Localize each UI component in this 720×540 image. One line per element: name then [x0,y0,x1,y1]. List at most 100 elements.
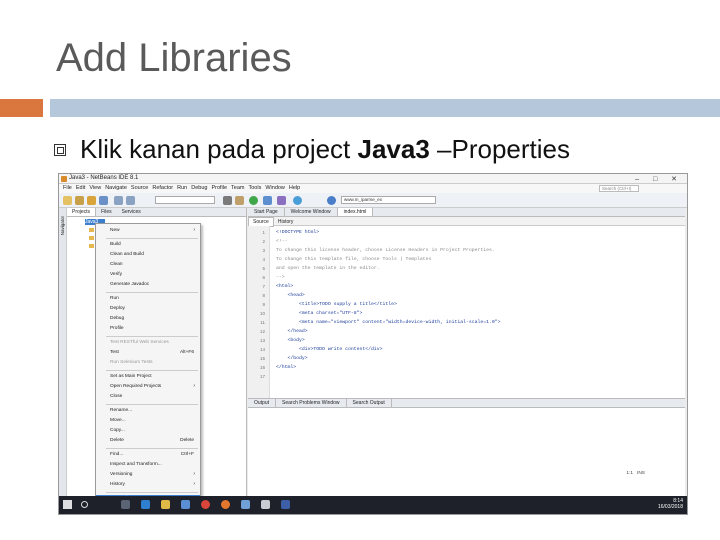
url-field[interactable]: www.m_iparme_ex [341,196,436,204]
menu-item-verify[interactable]: Verify [110,271,198,278]
menu-window[interactable]: Window [265,184,285,193]
firefox-icon[interactable] [221,500,230,509]
tab-history[interactable]: History [274,218,298,226]
code-line[interactable]: <meta charset="UTF-8"> [276,311,362,316]
menu-refactor[interactable]: Refactor [152,184,173,193]
menu-item-build[interactable]: Build [110,241,198,248]
menu-source[interactable]: Source [131,184,148,193]
menu-item-test[interactable]: Test Alt+F6 [110,349,198,356]
debug-icon[interactable] [263,196,272,205]
redo-icon[interactable] [126,196,135,205]
menu-tools[interactable]: Tools [249,184,262,193]
app-icon[interactable] [281,500,290,509]
code-line[interactable]: </head> [276,329,308,334]
menu-item-generate-javadoc[interactable]: Generate Javadoc [110,281,198,288]
window-controls[interactable]: – □ ✕ [635,175,683,183]
tab-search-problems[interactable]: Search Problems Window [276,399,347,407]
code-line[interactable]: </html> [276,365,296,370]
open-project-icon[interactable] [87,196,96,205]
menu-item-delete[interactable]: Delete Delete [110,437,198,444]
menu-item-profile[interactable]: Profile [110,325,198,332]
menu-debug[interactable]: Debug [191,184,207,193]
tab-files[interactable]: Files [96,208,117,216]
tab-search-output[interactable]: Search Output [347,399,392,407]
tab-services[interactable]: Services [117,208,146,216]
menu-file[interactable]: File [63,184,72,193]
menu-item-run-selenium-tests[interactable]: Run Selenium Tests [110,359,198,366]
menu-item-set-as-main-project[interactable]: Set as Main Project [110,373,198,380]
menu-item-clean-and-build[interactable]: Clean and Build [110,251,198,258]
menu-item-label: Clean [110,262,123,267]
code-line[interactable]: </body> [276,356,308,361]
menu-profile[interactable]: Profile [211,184,227,193]
submenu-arrow-icon: › [193,481,195,487]
code-line[interactable]: <html> [276,284,293,289]
profile-icon[interactable] [277,196,286,205]
code-line[interactable]: --> [276,275,285,280]
store-icon[interactable] [181,500,190,509]
app-icon[interactable] [241,500,250,509]
search-input[interactable]: Search (Ctrl+I) [599,185,639,192]
windows-start-icon[interactable] [63,500,72,509]
menu-item-clean[interactable]: Clean [110,261,198,268]
menu-item-deploy[interactable]: Deploy [110,305,198,312]
menu-item-open-required-projects[interactable]: Open Required Projects › [110,383,198,390]
edge-icon[interactable] [141,500,150,509]
tab-index-html[interactable]: index.html [337,208,374,216]
build-icon[interactable] [223,196,232,205]
tab-output[interactable]: Output [248,399,277,407]
globe-icon[interactable] [327,196,336,205]
chrome-icon[interactable] [201,500,210,509]
code-line[interactable]: To change this template file, choose Too… [276,257,431,262]
menu-item-versioning[interactable]: Versioning › [110,471,198,478]
menu-item-run[interactable]: Run [110,295,198,302]
code-line[interactable]: <div>TODO write content</div> [276,347,383,352]
code-line[interactable]: <title>TODO supply a title</title> [276,302,397,307]
code-line[interactable]: <body> [276,338,305,343]
menu-item-inspect-and-transform[interactable]: Inspect and Transform... [110,461,198,468]
code-line[interactable]: To change this license header, choose Li… [276,248,495,253]
undo-icon[interactable] [114,196,123,205]
folder-icon[interactable] [89,236,94,240]
folder-icon[interactable] [89,228,94,232]
code-line[interactable]: <head> [276,293,305,298]
menu-item-test-restful-web-services[interactable]: Test RESTful Web Services [110,339,198,346]
menu-run[interactable]: Run [177,184,187,193]
menu-navigate[interactable]: Navigate [105,184,127,193]
menu-item-find[interactable]: Find... Ctrl+F [110,451,198,458]
menu-view[interactable]: View [89,184,101,193]
search-icon[interactable] [81,501,88,508]
task-view-icon[interactable] [121,500,130,509]
code-line[interactable]: <!-- [276,239,288,244]
new-file-icon[interactable] [63,196,72,205]
menu-item-label: Close [110,394,123,399]
menu-team[interactable]: Team [231,184,244,193]
code-line[interactable]: and open the template in the editor. [276,266,380,271]
menu-item-copy[interactable]: Copy... [110,427,198,434]
menu-item-history[interactable]: History › [110,481,198,488]
code-line[interactable]: <meta name="viewport" content="width=dev… [276,320,501,325]
menu-help[interactable]: Help [289,184,300,193]
menu-item-label: Inspect and Transform... [110,462,162,467]
config-select[interactable] [155,196,215,204]
netbeans-task-icon[interactable] [261,500,270,509]
tab-start-page[interactable]: Start Page [248,208,285,216]
code-line[interactable]: <!DOCTYPE html> [276,230,319,235]
new-project-icon[interactable] [75,196,84,205]
tab-projects[interactable]: Projects [67,208,97,216]
system-clock[interactable]: 8:14 16/03/2018 [658,498,683,510]
run-icon[interactable] [249,196,258,205]
menu-item-move[interactable]: Move... [110,417,198,424]
menu-edit[interactable]: Edit [76,184,85,193]
tab-welcome-window[interactable]: Welcome Window [285,208,338,216]
explorer-icon[interactable] [161,500,170,509]
save-all-icon[interactable] [99,196,108,205]
menu-item-rename[interactable]: Rename... [110,407,198,414]
menu-item-debug[interactable]: Debug [110,315,198,322]
folder-icon[interactable] [89,244,94,248]
navigator-strip[interactable]: Navigator [59,208,67,498]
clean-build-icon[interactable] [235,196,244,205]
menu-item-close[interactable]: Close [110,393,198,400]
browser-icon[interactable] [293,196,302,205]
menu-item-new[interactable]: New › [110,227,198,234]
